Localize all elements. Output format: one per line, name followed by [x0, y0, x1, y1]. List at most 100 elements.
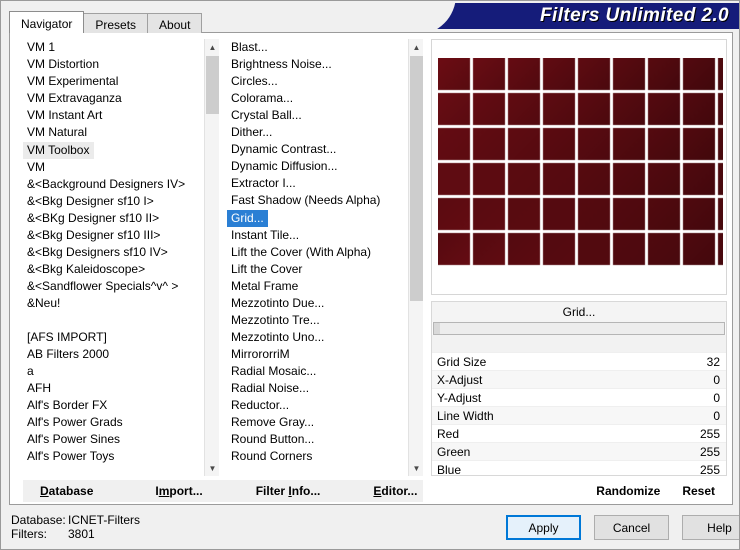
list-item[interactable]: Mezzotinto Tre... [227, 312, 408, 329]
list-item[interactable]: Round Button... [227, 431, 408, 448]
preview-image [438, 58, 723, 266]
import-button[interactable]: Import... [155, 484, 202, 498]
list-item-label: VM Extravaganza [27, 91, 122, 105]
list-item[interactable]: AFH [23, 380, 204, 397]
list-item[interactable]: Colorama... [227, 90, 408, 107]
list-item[interactable]: Lift the Cover (With Alpha) [227, 244, 408, 261]
list-item[interactable]: VM Extravaganza [23, 90, 204, 107]
parameter-value[interactable]: 255 [700, 443, 720, 461]
parameter-scrollbar[interactable] [433, 322, 725, 335]
parameter-value[interactable]: 255 [700, 461, 720, 476]
reset-button[interactable]: Reset [682, 484, 715, 498]
parameter-name: X-Adjust [437, 372, 483, 387]
list-item[interactable]: MirrororriM [227, 346, 408, 363]
parameter-value[interactable]: 32 [707, 353, 720, 371]
filter-list-scrollbar[interactable]: ▲ ▼ [408, 39, 423, 476]
chevron-up-icon[interactable]: ▲ [205, 39, 219, 55]
scrollbar-thumb[interactable] [206, 56, 219, 114]
filter-list-items: Blast... Brightness Noise... Circles... Col… [227, 39, 408, 476]
list-item-label: Remove Gray... [231, 415, 315, 429]
parameter-row[interactable]: Green 255 [432, 442, 726, 460]
parameter-value[interactable]: 255 [700, 425, 720, 443]
list-item[interactable]: Metal Frame [227, 278, 408, 295]
help-button[interactable]: Help [682, 515, 739, 540]
parameter-action-bar: Randomize Reset [431, 480, 727, 502]
filter-list[interactable]: Blast... Brightness Noise... Circles... Col… [227, 39, 423, 476]
list-item[interactable]: Alf's Power Grads [23, 414, 204, 431]
list-item[interactable]: &<Bkg Designer sf10 I> [23, 193, 204, 210]
list-item[interactable]: Dynamic Diffusion... [227, 158, 408, 175]
list-item[interactable]: VM Experimental [23, 73, 204, 90]
apply-button[interactable]: Apply [506, 515, 581, 540]
parameter-name: Red [437, 426, 460, 441]
list-item-selected[interactable]: Grid... [227, 210, 268, 227]
list-item[interactable]: Mezzotinto Uno... [227, 329, 408, 346]
list-item[interactable]: Crystal Ball... [227, 107, 408, 124]
parameter-row[interactable]: Grid Size 32 [432, 352, 726, 370]
tab-navigator[interactable]: Navigator [9, 11, 85, 33]
list-item[interactable]: Lift the Cover [227, 261, 408, 278]
scrollbar-thumb[interactable] [434, 323, 440, 334]
list-item-label: Blast... [231, 40, 268, 54]
list-item-label: Crystal Ball... [231, 108, 302, 122]
parameter-value[interactable]: 0 [713, 407, 720, 425]
list-item[interactable]: Round Corners [227, 448, 408, 465]
database-button[interactable]: Database [40, 484, 93, 498]
tab-presets[interactable]: Presets [83, 13, 149, 33]
list-item[interactable]: &<BKg Designer sf10 II> [23, 210, 204, 227]
list-item[interactable]: Dither... [227, 124, 408, 141]
list-item[interactable]: &<Bkg Designer sf10 III> [23, 227, 204, 244]
list-item[interactable]: VM Distortion [23, 56, 204, 73]
list-item[interactable]: Fast Shadow (Needs Alpha) [227, 192, 408, 209]
category-list-scrollbar[interactable]: ▲ ▼ [204, 39, 219, 476]
list-item[interactable]: &<Sandflower Specials^v^ > [23, 278, 204, 295]
list-item[interactable]: Radial Noise... [227, 380, 408, 397]
list-item[interactable]: Alf's Border FX [23, 397, 204, 414]
list-item[interactable]: Alf's Power Sines [23, 431, 204, 448]
chevron-down-icon[interactable]: ▼ [409, 460, 423, 476]
list-item[interactable]: &<Bkg Designers sf10 IV> [23, 244, 204, 261]
list-item[interactable]: VM 1 [23, 39, 204, 56]
list-item[interactable]: &Neu! [23, 295, 204, 312]
list-item[interactable]: Circles... [227, 73, 408, 90]
parameter-row[interactable]: X-Adjust 0 [432, 370, 726, 388]
cancel-button[interactable]: Cancel [594, 515, 669, 540]
scrollbar-thumb[interactable] [410, 56, 423, 301]
list-item[interactable]: Instant Tile... [227, 227, 408, 244]
list-item[interactable]: [AFS IMPORT] [23, 329, 204, 346]
list-item[interactable]: Dynamic Contrast... [227, 141, 408, 158]
chevron-up-icon[interactable]: ▲ [409, 39, 423, 55]
list-item-label: Grid... [231, 211, 264, 225]
editor-button[interactable]: Editor... [373, 484, 417, 498]
list-item[interactable]: Remove Gray... [227, 414, 408, 431]
list-item[interactable]: Brightness Noise... [227, 56, 408, 73]
randomize-button[interactable]: Randomize [596, 484, 660, 498]
parameter-row[interactable]: Red 255 [432, 424, 726, 442]
list-item[interactable]: &<Background Designers IV> [23, 176, 204, 193]
list-item-selected[interactable]: VM Toolbox [23, 142, 95, 159]
parameter-row[interactable]: Y-Adjust 0 [432, 388, 726, 406]
list-item[interactable]: VM Natural [23, 124, 204, 141]
tab-about[interactable]: About [147, 13, 203, 33]
list-item[interactable]: a [23, 363, 204, 380]
parameter-row[interactable]: Blue 255 [432, 460, 726, 476]
list-item[interactable]: AB Filters 2000 [23, 346, 204, 363]
list-item[interactable]: VM [23, 159, 204, 176]
list-item[interactable]: Blast... [227, 39, 408, 56]
filter-info-button[interactable]: Filter Info... [256, 484, 321, 498]
list-item[interactable]: Extractor I... [227, 175, 408, 192]
list-item[interactable]: Mezzotinto Due... [227, 295, 408, 312]
list-item[interactable]: Reductor... [227, 397, 408, 414]
list-item[interactable]: Radial Mosaic... [227, 363, 408, 380]
list-item-label: Dither... [231, 125, 273, 139]
parameter-value[interactable]: 0 [713, 371, 720, 389]
list-item-label: Radial Mosaic... [231, 364, 317, 378]
list-item[interactable]: Alf's Power Toys [23, 448, 204, 465]
parameter-row[interactable]: Line Width 0 [432, 406, 726, 424]
filter-category-list[interactable]: VM 1 VM Distortion VM Experimental VM Extra… [23, 39, 219, 476]
list-item-label: Instant Tile... [231, 228, 300, 242]
list-item[interactable]: &<Bkg Kaleidoscope> [23, 261, 204, 278]
chevron-down-icon[interactable]: ▼ [205, 460, 219, 476]
parameter-value[interactable]: 0 [713, 389, 720, 407]
list-item[interactable]: VM Instant Art [23, 107, 204, 124]
